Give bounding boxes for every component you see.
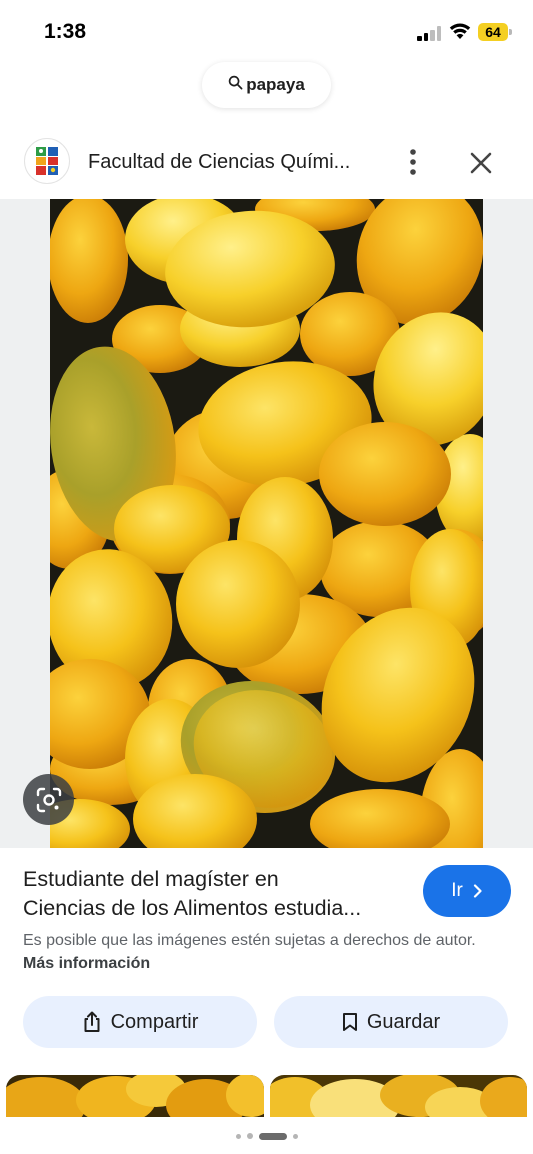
page-dot — [292, 1133, 298, 1139]
chevron-right-icon — [473, 884, 482, 898]
more-info-link[interactable]: Más información — [23, 955, 150, 972]
faculty-logo-icon[interactable] — [24, 138, 70, 184]
page-dot-active — [258, 1132, 287, 1140]
save-button[interactable]: Guardar — [274, 996, 508, 1048]
papaya-photo[interactable] — [50, 199, 483, 848]
google-lens-icon — [36, 787, 61, 812]
share-icon — [84, 1011, 100, 1032]
google-lens-button[interactable] — [23, 774, 74, 825]
visit-button-label: Ir — [451, 880, 463, 901]
copyright-notice: Es posible que las imágenes estén sujeta… — [23, 929, 503, 975]
result-title-line-2: Ciencias de los Alimentos estudia... — [23, 896, 362, 920]
wifi-icon — [449, 22, 471, 40]
result-title-line-1: Estudiante del magíster en — [23, 867, 279, 891]
related-image-thumbnail[interactable] — [6, 1075, 264, 1117]
source-site-name[interactable]: Facultad de Ciencias Quími... — [88, 151, 350, 174]
more-options-button[interactable] — [398, 146, 428, 178]
page-dot — [246, 1133, 253, 1139]
result-title[interactable]: Estudiante del magíster en Ciencias de l… — [23, 865, 413, 923]
more-vertical-icon — [410, 149, 416, 175]
save-button-label: Guardar — [366, 1010, 441, 1033]
image-viewer — [0, 199, 533, 848]
close-icon — [470, 152, 492, 174]
page-dot — [235, 1133, 241, 1139]
bookmark-icon — [342, 1013, 357, 1031]
close-button[interactable] — [466, 148, 496, 178]
clock: 1:38 — [44, 20, 87, 43]
source-header: Facultad de Ciencias Quími... — [0, 136, 533, 188]
related-image-thumbnail[interactable] — [270, 1075, 527, 1117]
search-query-text: papaya — [246, 75, 305, 94]
cellular-signal-icon — [417, 26, 443, 41]
visit-button[interactable]: Ir — [423, 865, 511, 917]
share-button-label: Compartir — [110, 1010, 199, 1033]
copyright-text: Es posible que las imágenes estén sujeta… — [23, 932, 476, 949]
battery-icon: 64 — [478, 23, 512, 41]
status-bar: 1:38 64 — [0, 0, 533, 60]
search-query-pill[interactable]: papaya — [202, 62, 331, 108]
search-icon — [228, 75, 243, 95]
battery-level: 64 — [478, 23, 508, 41]
share-button[interactable]: Compartir — [23, 996, 257, 1048]
page-indicator — [0, 1131, 533, 1141]
